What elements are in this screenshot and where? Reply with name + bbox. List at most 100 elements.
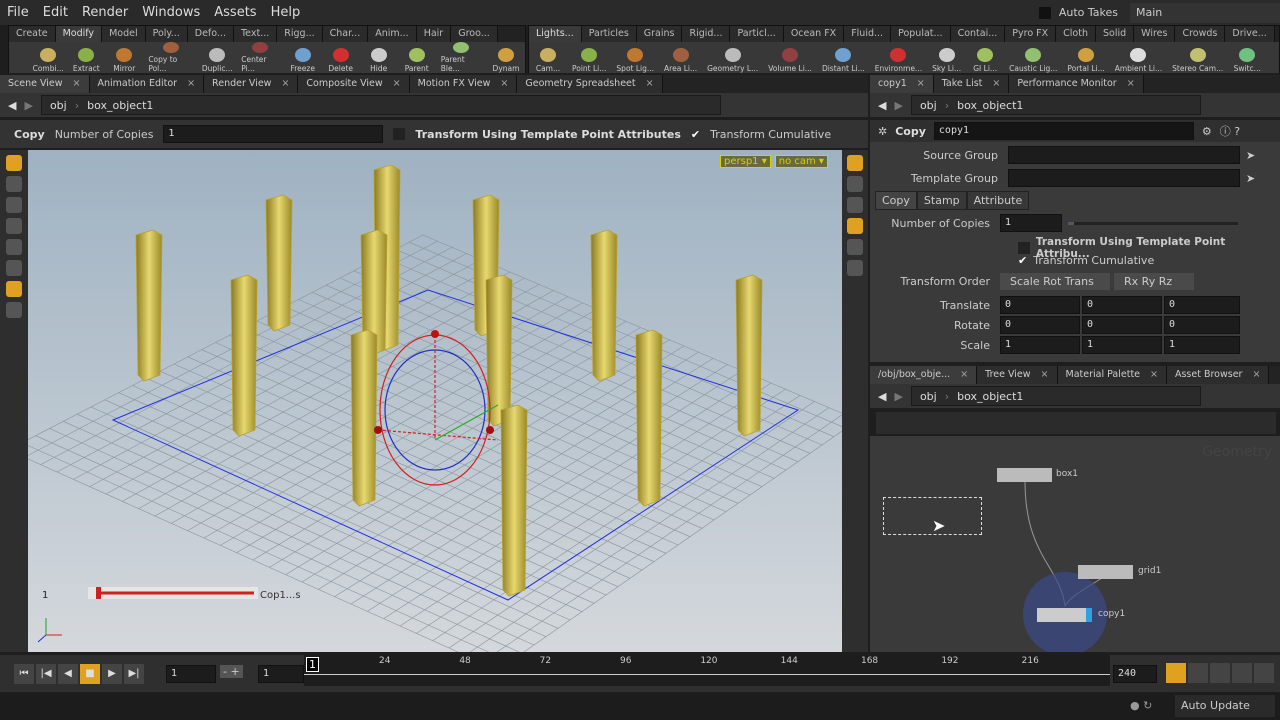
tab-attribute[interactable]: Attribute <box>966 191 1030 210</box>
shelf-tool[interactable]: Ambient Li... <box>1110 42 1167 73</box>
node-box1[interactable] <box>997 468 1052 482</box>
shelf-tool[interactable]: Copy to Pol... <box>143 42 198 73</box>
tab-animation-editor[interactable]: Animation Editor × <box>89 75 205 93</box>
play-button[interactable]: ▶ <box>102 664 122 684</box>
tab-wires[interactable]: Wires <box>1134 26 1176 42</box>
tab-crowds[interactable]: Crowds <box>1175 26 1226 42</box>
menu-render[interactable]: Render <box>75 5 135 20</box>
cam-menu[interactable]: no cam ▾ <box>774 155 828 168</box>
tab-modify[interactable]: Modify <box>55 26 103 42</box>
tab-cloth[interactable]: Cloth <box>1056 26 1096 42</box>
template-group-field[interactable] <box>1008 169 1240 187</box>
display-icon[interactable] <box>847 155 863 171</box>
shelf-tool[interactable]: Caustic Lig... <box>1004 42 1062 73</box>
tab-ocean-fx[interactable]: Ocean FX <box>783 26 845 42</box>
prev-key-button[interactable]: |◀ <box>36 664 56 684</box>
move-tool-icon[interactable] <box>6 176 22 192</box>
close-icon[interactable]: × <box>500 75 508 93</box>
tab-poly-[interactable]: Poly... <box>145 26 188 42</box>
template-attr-checkbox[interactable] <box>393 128 406 140</box>
play-reverse-button[interactable]: ◀ <box>58 664 78 684</box>
tab-contai-[interactable]: Contai... <box>950 26 1006 42</box>
tab-model[interactable]: Model <box>102 26 146 42</box>
forward-icon[interactable]: ▶ <box>894 390 902 403</box>
template-attr-checkbox[interactable] <box>1018 242 1030 254</box>
tab-rigg-[interactable]: Rigg... <box>277 26 323 42</box>
tab-take-list[interactable]: Take List × <box>933 75 1010 93</box>
scale-x[interactable]: 1 <box>1000 336 1080 354</box>
shelf-tool[interactable]: Sky Li... <box>927 42 966 73</box>
select-arrow-icon[interactable]: ➤ <box>1246 149 1255 162</box>
shelf-tool[interactable]: Stereo Cam... <box>1167 42 1228 73</box>
close-icon[interactable]: × <box>393 75 401 93</box>
tab-tree-view[interactable]: Tree View × <box>977 366 1058 384</box>
tab-geometry-spreadsheet[interactable]: Geometry Spreadsheet × <box>517 75 663 93</box>
cumulative-checkbox[interactable]: ✔ <box>691 128 700 141</box>
tab-pyro-fx[interactable]: Pyro FX <box>1005 26 1057 42</box>
close-icon[interactable]: × <box>187 75 195 93</box>
light-icon[interactable] <box>847 197 863 213</box>
tab-rigid-[interactable]: Rigid... <box>682 26 731 42</box>
network-editor[interactable]: Geometry box1 grid1 copy1 ➤ <box>870 436 1280 652</box>
menu-windows[interactable]: Windows <box>135 5 207 20</box>
num-copies-slider[interactable] <box>1068 221 1238 225</box>
view-tool-icon[interactable] <box>6 281 22 297</box>
transform-order-select[interactable]: Scale Rot Trans <box>1000 273 1110 290</box>
tab-grains[interactable]: Grains <box>636 26 683 42</box>
cumulative-checkbox[interactable]: ✔ <box>1018 254 1027 267</box>
current-frame-field[interactable]: 1 <box>166 665 216 683</box>
node-grid1[interactable] <box>1078 565 1133 579</box>
forward-icon[interactable]: ▶ <box>24 99 32 112</box>
tab-motion-fx-view[interactable]: Motion FX View × <box>409 75 518 93</box>
frame-step-buttons[interactable]: - + <box>220 665 243 678</box>
tab-fluid-[interactable]: Fluid... <box>844 26 892 42</box>
tab--obj-box-obje-[interactable]: /obj/box_obje... × <box>870 366 978 384</box>
shelf-tool[interactable]: Dynam <box>487 42 525 73</box>
shelf-tool[interactable]: Distant Li... <box>817 42 870 73</box>
tab-char-[interactable]: Char... <box>322 26 369 42</box>
tab-hair[interactable]: Hair <box>416 26 452 42</box>
3d-viewport[interactable]: 1 Cop1...s <box>28 150 842 652</box>
shelf-tool[interactable]: Point Li... <box>567 42 611 73</box>
shading-icon[interactable] <box>847 218 863 234</box>
auto-takes-checkbox[interactable] <box>1038 6 1051 19</box>
shelf-tool[interactable]: Portal Li... <box>1062 42 1109 73</box>
shelf-tool[interactable]: Center Pi... <box>236 42 283 73</box>
scale-y[interactable]: 1 <box>1082 336 1162 354</box>
handle-tool-icon[interactable] <box>6 239 22 255</box>
playhead[interactable]: 1 <box>306 657 319 672</box>
tab-asset-browser[interactable]: Asset Browser × <box>1166 366 1270 384</box>
auto-update-select[interactable]: Auto Update <box>1175 695 1275 717</box>
stop-button[interactable]: ■ <box>80 664 100 684</box>
gear-icon[interactable]: ⚙ <box>1202 125 1212 138</box>
translate-x[interactable]: 0 <box>1000 296 1080 314</box>
magnet-icon[interactable] <box>6 302 22 318</box>
num-copies-field[interactable]: 1 <box>1000 214 1062 232</box>
rotate-y[interactable]: 0 <box>1082 316 1162 334</box>
last-frame-button[interactable]: ▶| <box>124 664 144 684</box>
shelf-tool[interactable]: Extract <box>67 42 105 73</box>
path-box-object[interactable]: box_object1 <box>87 99 153 112</box>
path-field[interactable]: obj › box_object1 <box>910 95 1201 115</box>
close-icon[interactable]: × <box>646 75 654 93</box>
shelf-tool[interactable]: Spot Lig... <box>611 42 659 73</box>
tab-drive-[interactable]: Drive... <box>1225 26 1275 42</box>
close-icon[interactable]: × <box>1041 366 1049 384</box>
shelf-tool[interactable]: Delete <box>322 42 360 73</box>
node-name-field[interactable]: copy1 <box>933 122 1194 140</box>
tab-populat-[interactable]: Populat... <box>891 26 951 42</box>
menu-file[interactable]: File <box>0 5 36 20</box>
first-frame-button[interactable]: ⏮ <box>14 664 34 684</box>
path-box-object[interactable]: box_object1 <box>957 99 1023 112</box>
path-obj[interactable]: obj <box>920 390 937 403</box>
audio-icon[interactable] <box>1232 663 1252 683</box>
lock-icon[interactable] <box>847 176 863 192</box>
back-icon[interactable]: ◀ <box>878 99 886 112</box>
tab-stamp[interactable]: Stamp <box>916 191 967 210</box>
shelf-tool[interactable]: Parent Ble... <box>436 42 487 73</box>
tab-anim-[interactable]: Anim... <box>368 26 417 42</box>
path-field[interactable]: obj › box_object1 <box>910 386 1201 406</box>
translate-z[interactable]: 0 <box>1164 296 1240 314</box>
tab-material-palette[interactable]: Material Palette × <box>1057 366 1167 384</box>
shelf-tool[interactable]: GI Li... <box>966 42 1004 73</box>
